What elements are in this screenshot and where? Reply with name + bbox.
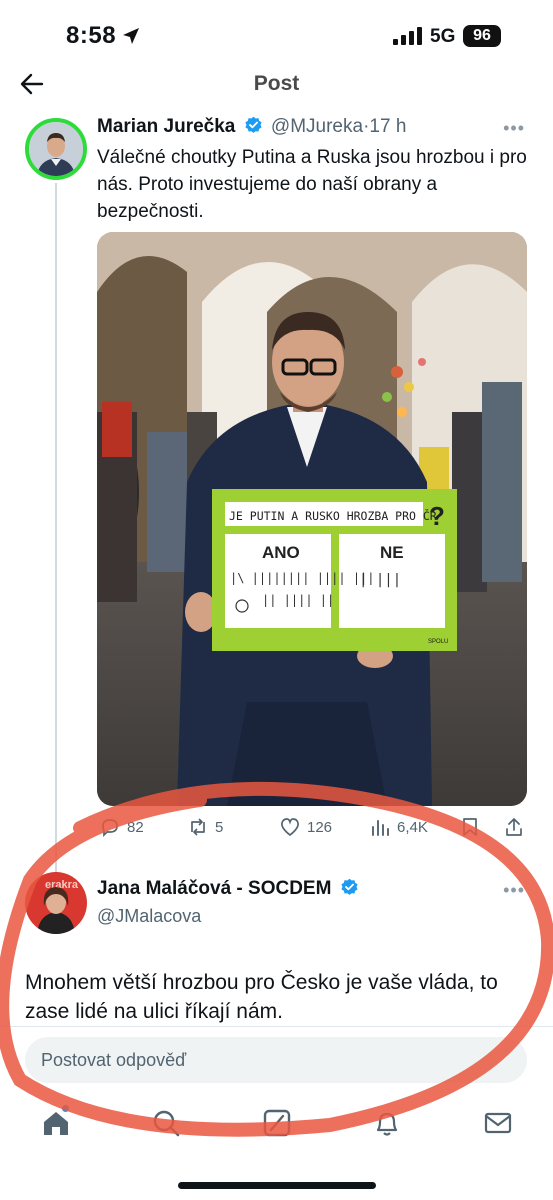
avatar[interactable] <box>25 118 87 180</box>
reply-action[interactable]: 82 <box>99 816 144 838</box>
reply-icon <box>102 819 118 838</box>
reply-author-handle[interactable]: @JMalacova <box>97 906 201 927</box>
heart-icon <box>281 818 299 837</box>
reply-compose-input[interactable]: Postovat odpověď <box>25 1037 527 1083</box>
status-bar: 8:58 5G 96 <box>0 0 553 70</box>
post-header: Post <box>0 62 553 106</box>
sign-brand: SPOLU <box>428 639 448 645</box>
messages-tab[interactable] <box>483 1108 513 1138</box>
like-action[interactable]: 126 <box>279 816 332 838</box>
sign-question: JE PUTIN A RUSKO HROZBA PRO ČR <box>229 508 437 523</box>
avatar-portrait-image <box>29 122 83 176</box>
home-icon <box>44 1112 68 1135</box>
reply-author-name[interactable]: Jana Maláčová - SOCDEM <box>97 878 331 899</box>
sign-no-label: NE <box>380 543 404 562</box>
home-indicator <box>178 1182 376 1189</box>
author-handle[interactable]: @MJureka <box>271 116 363 137</box>
home-tab[interactable] <box>41 1108 71 1138</box>
status-time: 8:58 <box>66 22 117 49</box>
battery-indicator: 96 <box>463 25 501 47</box>
repost-count: 5 <box>215 818 224 836</box>
messages-icon <box>484 1112 512 1134</box>
reply-more-options-icon[interactable]: ••• <box>503 880 525 901</box>
sign-tally-yes: |\ |||||||| |||| ||| <box>230 571 375 585</box>
thread-line <box>55 183 57 873</box>
grok-icon <box>263 1109 291 1137</box>
views-count: 6,4K <box>397 818 428 836</box>
repost-action[interactable]: 5 <box>187 816 223 838</box>
views-action[interactable]: 6,4K <box>369 816 428 838</box>
reply-avatar-portrait: erakra <box>25 872 87 934</box>
reply-text: Mnohem větší hrozbou pro Česko je vaše v… <box>25 971 498 1023</box>
reply-count: 82 <box>127 818 144 836</box>
like-count: 126 <box>307 818 333 836</box>
notifications-tab[interactable] <box>372 1108 402 1138</box>
reply-author-line: Jana Maláčová - SOCDEM <box>97 878 362 900</box>
grok-tab[interactable] <box>262 1108 292 1138</box>
sign-tally-yes-2: || |||| || <box>262 593 334 607</box>
share-action[interactable] <box>503 816 525 838</box>
repost-icon <box>191 818 205 836</box>
post-text: Válečné choutky Putina a Ruska jsou hroz… <box>97 147 527 222</box>
compose-placeholder: Postovat odpověď <box>41 1050 187 1070</box>
sign-question-mark: ? <box>429 501 445 531</box>
reply-avatar[interactable]: erakra <box>25 872 87 934</box>
post-author-line: Marian Jurečka @MJureka·17 h <box>97 116 406 138</box>
verified-badge-icon <box>341 878 358 895</box>
divider <box>0 1026 553 1027</box>
post-image[interactable]: JE PUTIN A RUSKO HROZBA PRO ČR ? ANO NE … <box>97 232 527 806</box>
share-icon <box>506 818 522 836</box>
photo-illustration: JE PUTIN A RUSKO HROZBA PRO ČR ? ANO NE … <box>97 232 527 806</box>
bookmark-icon <box>463 818 477 836</box>
sign-tally-no: | ||| <box>359 572 401 588</box>
more-options-icon[interactable]: ••• <box>503 118 525 139</box>
search-icon <box>153 1110 180 1137</box>
notifications-icon <box>376 1112 398 1136</box>
location-arrow-icon <box>123 28 139 44</box>
post-time: 17 h <box>369 116 407 137</box>
sign-yes-label: ANO <box>262 543 300 562</box>
verified-badge-icon <box>245 116 262 133</box>
page-title: Post <box>253 72 300 95</box>
author-name[interactable]: Marian Jurečka <box>97 116 235 137</box>
network-type: 5G <box>430 26 456 47</box>
bookmark-action[interactable] <box>459 816 481 838</box>
post-actions: 82 5 126 6,4K <box>97 816 527 844</box>
search-tab[interactable] <box>151 1108 181 1138</box>
bottom-tab-bar <box>0 1100 553 1150</box>
signal-icon <box>393 27 422 45</box>
views-icon <box>372 820 389 836</box>
